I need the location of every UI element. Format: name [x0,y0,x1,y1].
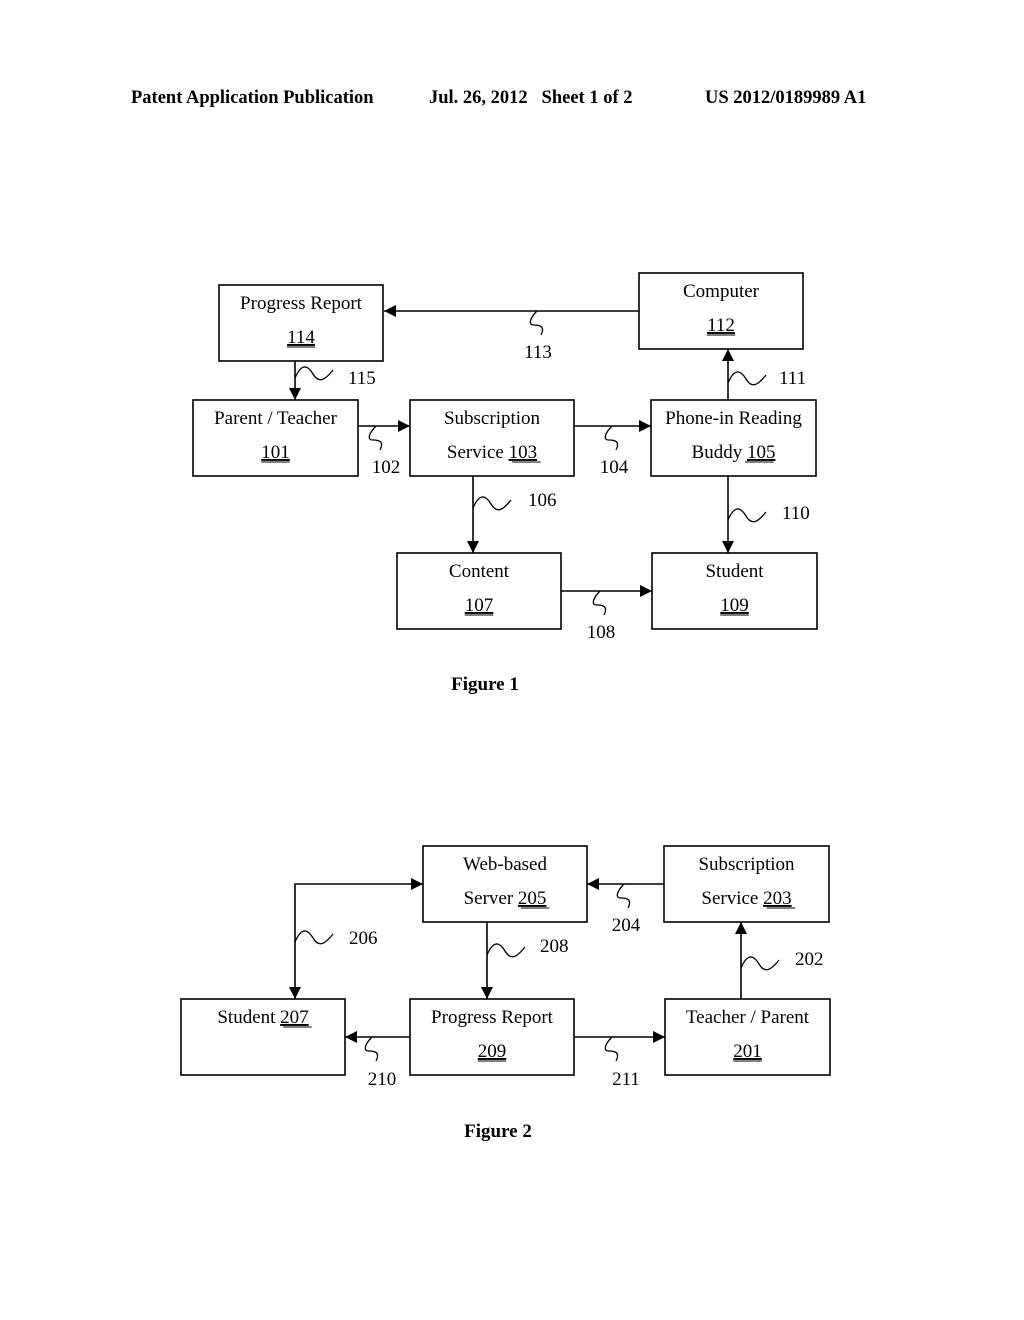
node-reference: Buddy 105 [692,442,776,463]
arrowhead-icon [467,541,479,553]
node-label: Progress Report [240,293,363,314]
node-209: Progress Report 209 [409,998,575,1076]
reference-leader [368,425,383,451]
node-reference: 107 [465,595,494,616]
node-reference: 109 [720,595,749,616]
edge-210: 210 [345,1036,410,1090]
node-label: Teacher / Parent [686,1007,810,1028]
node-label: Content [449,561,510,582]
reference-leader [727,371,767,386]
reference-numeral: 115 [348,368,376,389]
reference-leader [472,496,512,511]
node-207: Student 207 [180,998,346,1076]
arrowhead-icon [481,987,493,999]
node-label: Phone-in Reading [665,408,802,429]
reference-numeral: 204 [612,915,641,936]
figure-1: 113 115 102 104 111 106 110 108 Progress Report 1… [192,272,818,695]
reference-numeral: 111 [779,368,806,389]
reference-leader [529,310,544,336]
arrowhead-icon [289,987,301,999]
reference-leader [616,883,631,909]
edge-108: 108 [561,590,652,643]
arrowhead-icon [653,1031,665,1043]
figure-caption: Figure 1 [451,674,519,695]
reference-leader [604,1036,619,1062]
edge-211: 211 [574,1036,665,1090]
figure-caption: Figure 2 [464,1121,532,1142]
reference-numeral: 202 [795,949,824,970]
edge-206: 206 [294,883,423,999]
reference-numeral: 102 [372,457,401,478]
node-114: Progress Report 114 [218,284,384,362]
node-205: Web-based Server 205 [422,845,588,923]
arrowhead-icon [722,349,734,361]
reference-leader [604,425,619,451]
reference-leader [486,943,526,958]
reference-leader [592,590,607,616]
arrowhead-icon [398,420,410,432]
arrowhead-icon [411,878,423,890]
reference-leader [294,930,334,945]
edge-110: 110 [727,476,810,553]
reference-numeral: 208 [540,936,569,957]
reference-leader [740,956,780,971]
node-label: Subscription [698,854,795,875]
node-reference: 209 [478,1041,507,1062]
node-label: Student 207 [217,1007,308,1028]
node-reference: Server 205 [464,888,547,909]
edge-113: 113 [384,310,639,363]
arrowhead-icon [735,922,747,934]
node-reference: Service 103 [447,442,537,463]
reference-leader [294,366,334,381]
node-reference: 114 [287,327,315,348]
node-103: Subscription Service 103 [409,399,575,477]
node-label: Computer [683,281,760,302]
node-label: Student [705,561,764,582]
arrowhead-icon [640,585,652,597]
arrowhead-icon [639,420,651,432]
node-label: Progress Report [431,1007,554,1028]
reference-leader [364,1036,379,1062]
arrowhead-icon [587,878,599,890]
edge-102: 102 [358,425,410,478]
figure-2: 204 206 208 202 210 211 Web-based Server 205 Sub… [180,845,831,1142]
node-107: Content 107 [396,552,562,630]
edge-106: 106 [472,476,557,553]
edge-104: 104 [574,425,651,478]
node-109: Student 109 [651,552,818,630]
patent-diagrams: 113 115 102 104 111 106 110 108 Progress Report 1… [180,272,831,1142]
node-101: Parent / Teacher 101 [192,399,359,477]
node-112: Computer 112 [638,272,804,350]
node-201: Teacher / Parent 201 [664,998,831,1076]
reference-leader [727,508,767,523]
node-label: Web-based [463,854,547,875]
node-label: Subscription [444,408,541,429]
reference-numeral: 113 [524,342,552,363]
edge-208: 208 [486,922,569,999]
reference-numeral: 106 [528,490,557,511]
node-reference: 201 [733,1041,762,1062]
arrowhead-icon [289,388,301,400]
edge-111: 111 [727,349,806,400]
node-reference: Service 203 [701,888,791,909]
reference-numeral: 206 [349,928,378,949]
node-105: Phone-in Reading Buddy 105 [650,399,817,477]
arrowhead-icon [722,541,734,553]
node-203: Subscription Service 203 [663,845,830,923]
node-reference: 112 [707,315,735,336]
reference-numeral: 211 [612,1069,640,1090]
arrowhead-icon [384,305,396,317]
arrowhead-icon [345,1031,357,1043]
node-reference: 101 [261,442,290,463]
reference-numeral: 110 [782,503,810,524]
node-label: Parent / Teacher [214,408,337,429]
reference-numeral: 104 [600,457,629,478]
edge-204: 204 [587,883,664,936]
reference-numeral: 108 [587,622,616,643]
reference-numeral: 210 [368,1069,397,1090]
edge-202: 202 [740,922,824,999]
